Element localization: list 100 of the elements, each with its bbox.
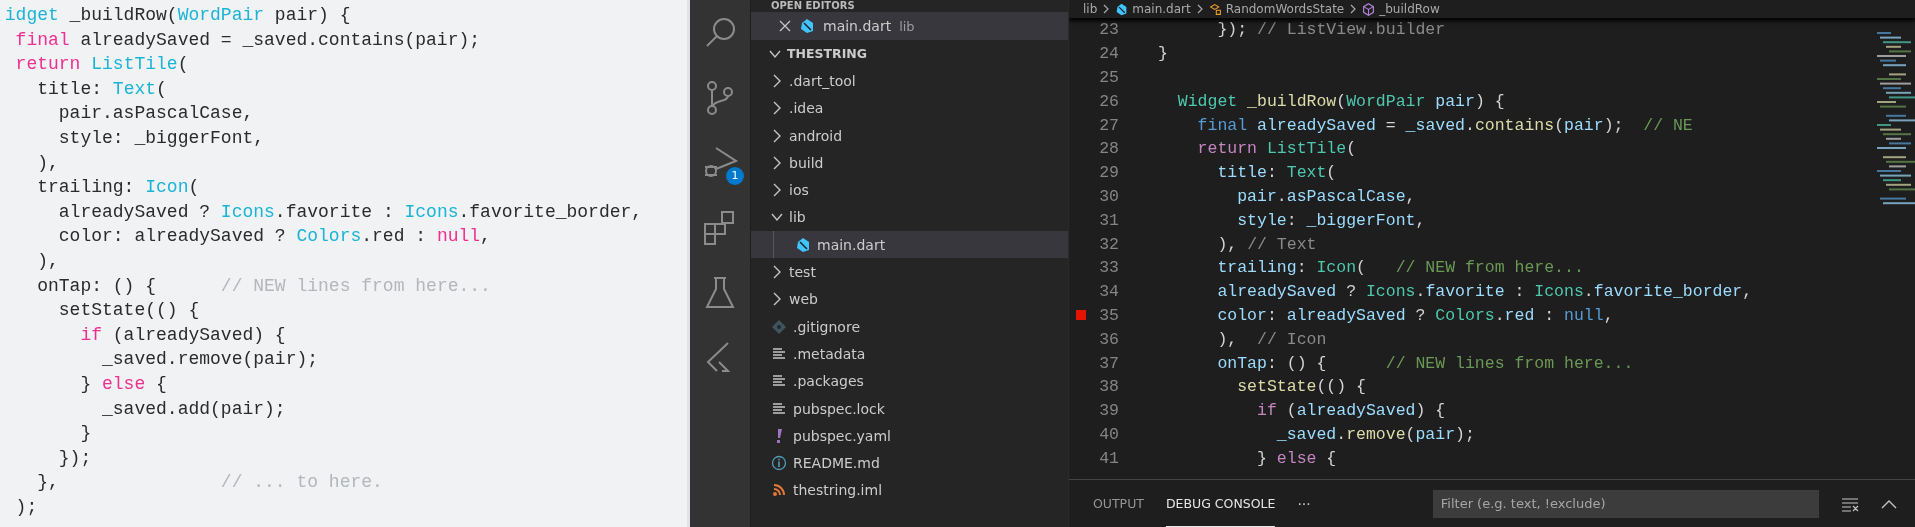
line-number: 38 <box>1098 377 1119 397</box>
dart-file-icon <box>799 18 815 34</box>
code-line: }, // ... to here. <box>36 471 383 495</box>
line-number: 23 <box>1098 20 1119 40</box>
code-line: if (alreadySaved) { <box>1256 401 1446 421</box>
feed-icon <box>771 482 787 499</box>
tree-item-label: .packages <box>793 373 864 390</box>
code-line: title: Text( <box>1216 163 1337 183</box>
line-number: 31 <box>1098 210 1119 230</box>
code-line: trailing: Icon( // NEW from here... <box>1216 258 1584 278</box>
tree-item-label: pubspec.yaml <box>793 427 891 444</box>
close-icon[interactable] <box>779 20 791 32</box>
code-line: Widget _buildRow(WordPair pair) { <box>1176 91 1505 111</box>
class-icon <box>1208 2 1222 16</box>
chevron-icon[interactable] <box>771 183 783 198</box>
tree-item[interactable]: .metadata <box>751 340 1068 368</box>
code-line: title: Text( <box>36 77 167 101</box>
info-icon <box>771 455 787 472</box>
lines-icon <box>771 345 787 362</box>
code-line: ), // Icon <box>1216 329 1327 349</box>
line-number: 25 <box>1098 68 1119 87</box>
breakpoint-icon[interactable] <box>1076 310 1086 321</box>
breadcrumb[interactable]: main.dart <box>1132 2 1191 16</box>
tree-item[interactable]: pubspec.lock <box>751 394 1068 423</box>
code-line: return ListTile( <box>14 53 189 77</box>
panel-tab[interactable]: DEBUG CONSOLE <box>1165 480 1276 527</box>
code-line: style: _biggerFont, <box>57 126 265 150</box>
dart-file-icon <box>795 236 811 253</box>
chevron-icon <box>1349 4 1358 14</box>
lines-icon <box>771 400 787 417</box>
chevron-icon[interactable] <box>771 128 783 143</box>
section-header[interactable]: OPEN EDITORS <box>751 0 1068 12</box>
panel-tab[interactable]: OUTPUT <box>1093 480 1144 527</box>
open-editor-item[interactable]: main.dart lib <box>751 12 1068 40</box>
breadcrumb[interactable]: _buildRow <box>1379 2 1440 16</box>
chevron-icon <box>1195 4 1204 14</box>
code-line: alreadySaved ? Icons.favorite : Icons.favorite_border, <box>57 200 643 224</box>
line-number: 26 <box>1098 91 1119 111</box>
tree-item-label: lib <box>789 209 806 226</box>
chevron-icon[interactable] <box>771 73 783 88</box>
code-line: alreadySaved ? Icons.favorite : Icons.favorite_border, <box>1216 282 1753 302</box>
breadcrumb[interactable]: RandomWordsState <box>1225 2 1345 16</box>
tree-item-label: main.dart <box>817 236 886 253</box>
tree-item-label: build <box>789 154 824 171</box>
line-number: 27 <box>1098 115 1119 135</box>
clear-console-icon[interactable] <box>1840 495 1859 512</box>
code-line: _saved.add(pair); <box>101 397 286 421</box>
breadcrumb[interactable]: lib <box>1083 2 1098 16</box>
chevron-up-icon[interactable] <box>1880 498 1897 509</box>
line-number: 33 <box>1098 258 1119 278</box>
tree-item[interactable]: .idea <box>751 94 1068 122</box>
code-line: _saved.remove(pair); <box>101 348 319 372</box>
tree-item[interactable]: lib <box>751 203 1068 232</box>
code-line: } else { <box>1256 448 1337 468</box>
more-button[interactable]: ··· <box>1297 495 1311 512</box>
tree-item[interactable]: main.dart <box>751 231 1068 259</box>
code-line: onTap: () { // NEW lines from here... <box>36 274 491 298</box>
tree-item[interactable]: web <box>751 285 1068 313</box>
code-line: ); <box>14 495 38 519</box>
line-number: 29 <box>1098 163 1119 183</box>
tree-item[interactable]: .packages <box>751 367 1068 395</box>
tree-item[interactable]: android <box>751 121 1068 150</box>
code-line: } <box>79 422 92 446</box>
chevron-icon[interactable] <box>771 292 783 307</box>
tree-item[interactable]: .gitignore <box>751 312 1068 341</box>
code-line: pair.asPascalCase, <box>1236 186 1416 206</box>
chevron-icon[interactable] <box>771 155 783 170</box>
code-line: ), <box>36 151 59 175</box>
tree-item[interactable]: test <box>751 258 1068 286</box>
tree-item[interactable]: build <box>751 149 1068 177</box>
folder-title[interactable]: THESTRING <box>787 46 868 62</box>
tree-item[interactable]: thestring.iml <box>751 476 1068 505</box>
tree-item-label: .metadata <box>793 345 866 362</box>
code-line: final alreadySaved = _saved.contains(pair); // NE <box>1196 115 1693 135</box>
tree-item[interactable]: ios <box>751 176 1068 204</box>
tree-item-label: .gitignore <box>793 318 860 335</box>
line-number: 40 <box>1098 424 1119 444</box>
tree-item-label: pubspec.lock <box>793 400 885 417</box>
notification-badge: 1 <box>726 167 744 185</box>
tree-item-label: .dart_tool <box>789 72 856 89</box>
file-name: main.dart <box>823 18 892 34</box>
code-line: final alreadySaved = _saved.contains(pair); <box>14 28 481 52</box>
tree-item[interactable]: .dart_tool <box>751 67 1068 95</box>
code-line: } else { <box>79 372 167 396</box>
code-line: color: alreadySaved ? Colors.red : null, <box>57 225 491 249</box>
tree-item-label: .idea <box>789 100 824 117</box>
code-line: trailing: Icon( <box>36 176 200 200</box>
tree-item[interactable]: pubspec.yaml <box>751 422 1068 450</box>
line-number: 36 <box>1098 329 1119 349</box>
file-folder: lib <box>899 18 915 34</box>
chevron-icon[interactable] <box>771 265 783 279</box>
tree-item-label: web <box>789 291 818 308</box>
line-number: 32 <box>1098 234 1119 254</box>
line-number: 34 <box>1098 282 1119 302</box>
filter-field[interactable]: Filter (e.g. text, !exclude) <box>1432 489 1819 518</box>
tree-item[interactable]: README.md <box>751 449 1068 477</box>
code-line: pair.asPascalCase, <box>57 102 254 126</box>
code-line: return ListTile( <box>1196 139 1357 159</box>
line-number: 39 <box>1098 401 1119 421</box>
chevron-icon[interactable] <box>771 101 783 116</box>
